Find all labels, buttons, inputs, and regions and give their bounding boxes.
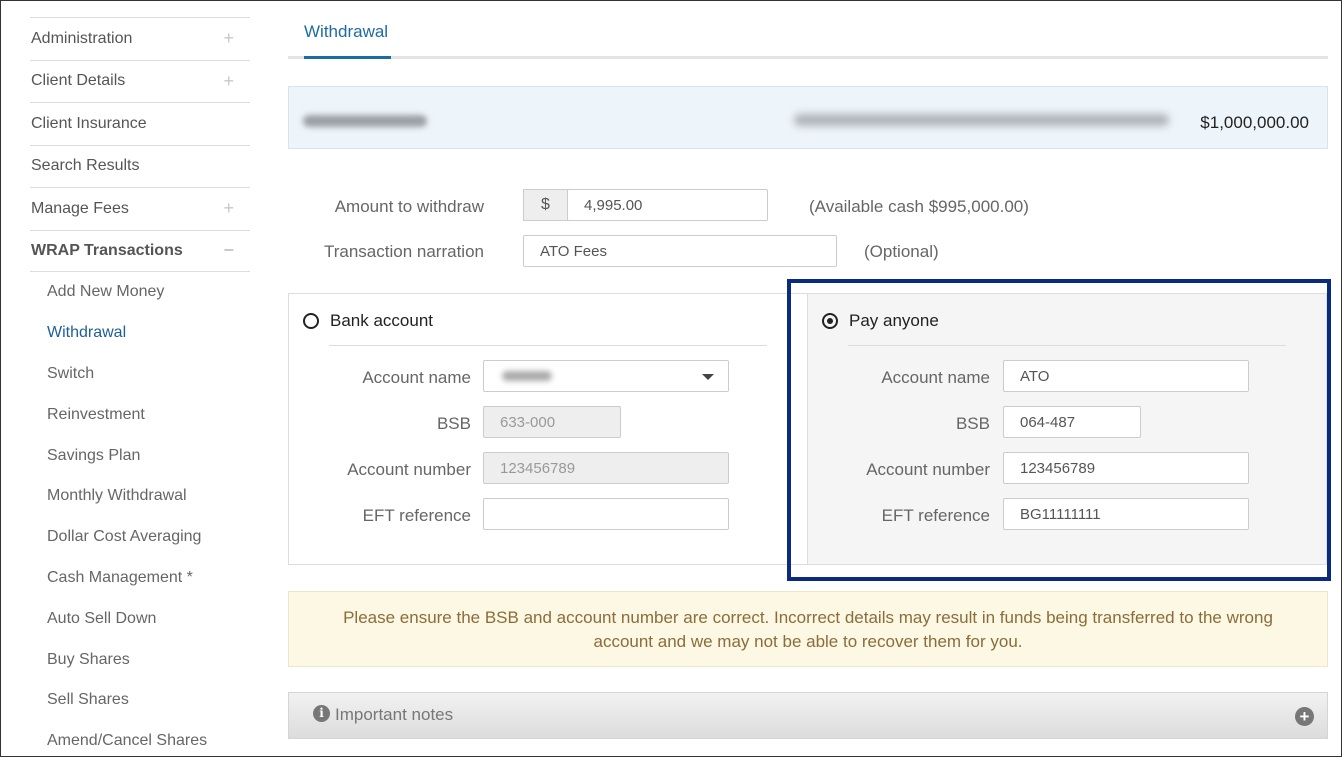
expand-plus-icon[interactable]: + — [1295, 707, 1314, 726]
account-balance: $1,000,000.00 — [1200, 113, 1309, 132]
sidebar-item-manage-fees[interactable]: Manage Fees + — [30, 187, 250, 230]
bank-account-title: Bank account — [330, 311, 434, 330]
bank-account-panel: Bank account Account name BSB 633-000 Ac… — [288, 293, 808, 565]
available-cash-text: (Available cash $995,000.00) — [809, 197, 1029, 216]
important-notes-label: Important notes — [335, 705, 454, 724]
account-number-label: Account number — [347, 460, 471, 479]
sidebar-item-administration[interactable]: Administration + — [30, 17, 250, 60]
currency-addon: $ — [523, 189, 568, 221]
wrap-transactions-submenu: Add New Money Withdrawal Switch Reinvest… — [30, 272, 250, 762]
sidebar-item-client-insurance[interactable]: Client Insurance — [30, 102, 250, 145]
sidebar-item-label: Client Details — [31, 72, 126, 90]
warning-text-line1: Please ensure the BSB and account number… — [343, 608, 1273, 627]
amount-label: Amount to withdraw — [334, 197, 484, 216]
account-name-label: Account name — [362, 368, 471, 387]
chevron-down-icon — [702, 374, 714, 380]
submenu-item-add-new-money[interactable]: Add New Money — [47, 272, 250, 313]
sidebar-item-client-details[interactable]: Client Details + — [30, 59, 250, 103]
pay-anyone-title: Pay anyone — [849, 311, 939, 330]
bank-account-radio[interactable] — [303, 313, 319, 329]
eft-reference-label: EFT reference — [362, 506, 471, 525]
eft-reference-label: EFT reference — [881, 506, 990, 525]
submenu-item-switch[interactable]: Switch — [47, 354, 250, 395]
expand-icon[interactable]: + — [223, 198, 234, 219]
pay-anyone-radio[interactable] — [822, 313, 838, 329]
submenu-item-withdrawal[interactable]: Withdrawal — [47, 313, 250, 354]
submenu-item-dollar-cost-averaging[interactable]: Dollar Cost Averaging — [47, 517, 250, 558]
expand-icon[interactable]: + — [223, 28, 234, 49]
narration-input[interactable]: ATO Fees — [523, 235, 837, 267]
bsb-label: BSB — [436, 414, 471, 433]
payee-account-number-input[interactable]: 123456789 — [1003, 452, 1249, 484]
sidebar-item-label: Administration — [31, 29, 133, 47]
submenu-item-savings-plan[interactable]: Savings Plan — [47, 435, 250, 476]
tab-bar: Withdrawal — [288, 11, 1328, 59]
divider — [329, 345, 767, 346]
submenu-item-amend-cancel-shares[interactable]: Amend/Cancel Shares — [47, 721, 250, 762]
pay-anyone-panel: Pay anyone Account name ATO BSB 064-487 … — [807, 293, 1327, 565]
tab-withdrawal[interactable]: Withdrawal — [304, 11, 391, 59]
collapse-icon[interactable]: − — [223, 240, 234, 261]
account-name-label: Account name — [881, 368, 990, 387]
submenu-item-reinvestment[interactable]: Reinvestment — [47, 394, 250, 435]
sidebar-item-search-results[interactable]: Search Results — [30, 144, 250, 188]
submenu-item-auto-sell-down[interactable]: Auto Sell Down — [47, 598, 250, 639]
warning-text-line2: account and we may not be able to recove… — [593, 632, 1023, 651]
sidebar-item-label: Manage Fees — [31, 199, 129, 217]
warning-alert: Please ensure the BSB and account number… — [288, 591, 1328, 667]
sidebar-nav: Administration + Client Details + Client… — [30, 17, 250, 762]
important-notes-accordion[interactable]: i Important notes + — [288, 692, 1328, 739]
account-number-label: Account number — [866, 460, 990, 479]
redacted-account-name — [303, 115, 427, 127]
redacted-account-details — [794, 114, 1169, 126]
account-name-select[interactable] — [483, 360, 729, 392]
payee-bsb-input[interactable]: 064-487 — [1003, 406, 1141, 438]
narration-label: Transaction narration — [323, 242, 484, 261]
sidebar-item-wrap-transactions[interactable]: WRAP Transactions − — [30, 229, 250, 272]
payee-eft-reference-input[interactable]: BG11111111 — [1003, 498, 1249, 530]
sidebar-item-label: Search Results — [31, 157, 140, 175]
account-number-input: 123456789 — [483, 452, 729, 484]
optional-hint: (Optional) — [864, 242, 939, 261]
bsb-input: 633-000 — [483, 406, 621, 438]
sidebar-item-label: WRAP Transactions — [31, 241, 183, 259]
submenu-item-monthly-withdrawal[interactable]: Monthly Withdrawal — [47, 476, 250, 517]
bsb-label: BSB — [955, 414, 990, 433]
redacted-account-name — [502, 371, 552, 381]
submenu-item-sell-shares[interactable]: Sell Shares — [47, 680, 250, 721]
sidebar-item-label: Client Insurance — [31, 114, 147, 132]
payee-account-name-input[interactable]: ATO — [1003, 360, 1249, 392]
submenu-item-buy-shares[interactable]: Buy Shares — [47, 639, 250, 680]
account-summary-bar: $1,000,000.00 — [288, 86, 1328, 149]
amount-input[interactable]: 4,995.00 — [567, 189, 768, 221]
expand-icon[interactable]: + — [223, 71, 234, 92]
info-icon: i — [313, 705, 330, 722]
divider — [848, 345, 1286, 346]
eft-reference-input[interactable] — [483, 498, 729, 530]
submenu-item-cash-management[interactable]: Cash Management * — [47, 558, 250, 599]
